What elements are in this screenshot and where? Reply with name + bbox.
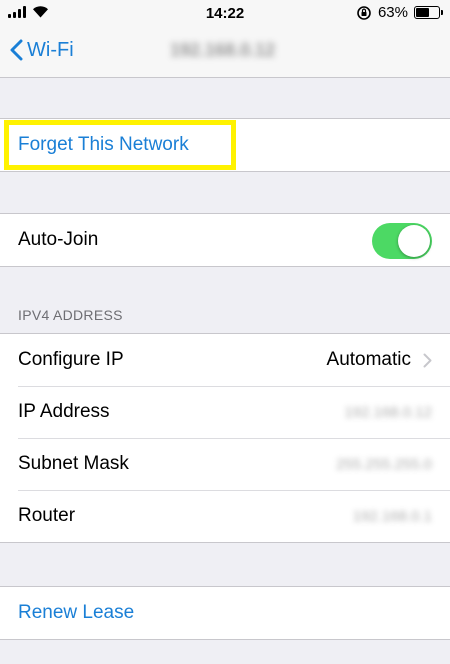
subnet-mask-value: 255.255.255.0: [336, 455, 432, 473]
orientation-lock-icon: [357, 5, 371, 20]
battery-percentage: 63%: [377, 4, 408, 21]
renew-lease-group: Renew Lease: [0, 586, 450, 640]
router-value: 192.168.0.1: [352, 507, 432, 525]
forget-network-button[interactable]: Forget This Network: [18, 134, 189, 156]
subnet-mask-row: Subnet Mask 255.255.255.0: [0, 438, 450, 490]
battery-icon: [414, 6, 443, 19]
auto-join-toggle[interactable]: [372, 223, 432, 259]
ip-address-label: IP Address: [18, 401, 110, 422]
subnet-mask-label: Subnet Mask: [18, 453, 129, 474]
auto-join-group: Auto-Join: [0, 213, 450, 267]
toggle-knob: [398, 225, 430, 257]
chevron-right-icon: [423, 353, 432, 367]
forget-network-group: Forget This Network: [0, 118, 450, 172]
configure-ip-row[interactable]: Configure IP Automatic: [0, 334, 450, 386]
chevron-left-icon: [10, 39, 23, 61]
status-right: 63%: [356, 4, 443, 21]
ip-address-value: 192.168.0.12: [344, 403, 432, 421]
router-label: Router: [18, 505, 76, 526]
back-button-label: Wi-Fi: [27, 38, 74, 61]
back-button[interactable]: Wi-Fi: [10, 36, 74, 64]
ipv4-section-header: IPV4 ADDRESS: [18, 307, 123, 323]
configure-ip-value: Automatic: [326, 349, 411, 370]
forget-network-row[interactable]: Forget This Network: [0, 119, 450, 171]
router-row: Router 192.168.0.1: [0, 490, 450, 542]
configure-ip-value-container: Automatic: [327, 334, 432, 386]
ipv4-group: Configure IP Automatic IP Address 192.16…: [0, 333, 450, 543]
status-bar: 14:22 63%: [0, 0, 450, 26]
navigation-bar: Wi-Fi 192.168.0.12: [0, 26, 450, 78]
renew-lease-button[interactable]: Renew Lease: [18, 602, 134, 624]
network-name-title: 192.168.0.12: [170, 40, 276, 60]
configure-ip-label: Configure IP: [18, 349, 124, 370]
auto-join-row: Auto-Join: [0, 214, 450, 266]
ip-address-row: IP Address 192.168.0.12: [0, 386, 450, 438]
auto-join-label: Auto-Join: [18, 229, 99, 250]
battery-level-fill: [416, 8, 429, 17]
wifi-network-detail-screen: 14:22 63% Wi-Fi 192.168.0.12 Forget This…: [0, 0, 450, 664]
renew-lease-row[interactable]: Renew Lease: [0, 587, 450, 639]
